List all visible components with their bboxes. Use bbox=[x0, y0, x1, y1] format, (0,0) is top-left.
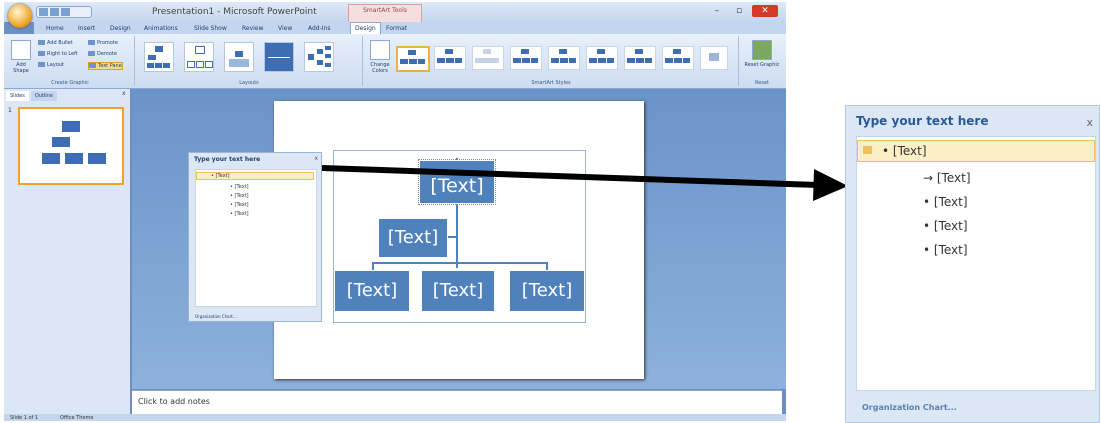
notes-pane[interactable]: Click to add notes bbox=[132, 390, 782, 415]
office-button-icon[interactable] bbox=[8, 4, 32, 28]
slide-counter: Slide 1 of 1 bbox=[10, 415, 39, 421]
minimize-button[interactable]: – bbox=[708, 5, 726, 17]
smartart-style-3[interactable] bbox=[472, 46, 504, 70]
text-pane-item[interactable]: • [Text] bbox=[230, 193, 249, 199]
zoom-text-item[interactable]: • [Text] bbox=[857, 140, 1095, 162]
smartart-styles-more[interactable] bbox=[700, 46, 728, 70]
close-button[interactable]: ✕ bbox=[752, 5, 778, 17]
smartart-style-2[interactable] bbox=[434, 46, 466, 70]
slides-pane: Slides Outline x 1 bbox=[4, 89, 130, 414]
tab-slides[interactable]: Slides bbox=[6, 91, 29, 101]
text-pane-button[interactable]: Text Pane bbox=[88, 62, 123, 70]
smartart-child-box[interactable]: [Text] bbox=[334, 270, 410, 312]
smartart-styles-group: Change Colors SmartArt Styles bbox=[364, 36, 739, 86]
reset-graphic-icon bbox=[752, 40, 772, 60]
smartart-tools-contextual-tab: SmartArt Tools bbox=[348, 4, 422, 22]
layout-horizontal-hierarchy[interactable] bbox=[304, 42, 334, 72]
create-graphic-group: Add Shape Add Bullet Right to Left Layou… bbox=[6, 36, 135, 86]
right-to-left-icon bbox=[38, 51, 45, 56]
zoom-text-pane-title: Type your text here bbox=[856, 114, 989, 128]
smartart-style-7[interactable] bbox=[624, 46, 656, 70]
text-pane-close-icon[interactable]: x bbox=[314, 155, 318, 162]
text-pane-item[interactable]: • [Text] bbox=[230, 184, 249, 190]
text-pane-footer-link[interactable]: Organization Chart... bbox=[195, 314, 237, 319]
title-bar: Presentation1 - Microsoft PowerPoint Sma… bbox=[4, 2, 786, 22]
add-shape-button[interactable]: Add Shape bbox=[8, 40, 34, 74]
promote-icon bbox=[88, 40, 95, 45]
change-colors-button[interactable]: Change Colors bbox=[368, 40, 392, 74]
tab-insert[interactable]: Insert bbox=[78, 23, 95, 34]
text-pane-body[interactable]: • [Text] • [Text] • [Text] • [Text] • [T… bbox=[195, 169, 317, 307]
window-title: Presentation1 - Microsoft PowerPoint bbox=[152, 7, 317, 17]
quick-access-toolbar[interactable] bbox=[36, 6, 92, 18]
smartart-style-8[interactable] bbox=[662, 46, 694, 70]
text-pane-item[interactable]: • [Text] bbox=[230, 211, 249, 217]
ribbon-tabs: Home Insert Design Animations Slide Show… bbox=[34, 22, 786, 34]
layout-hierarchy-outline[interactable] bbox=[184, 42, 214, 72]
text-pane-title: Type your text here bbox=[194, 156, 261, 163]
layouts-group: Layouts bbox=[136, 36, 363, 86]
expand-arrow-icon bbox=[863, 146, 872, 154]
smartart-style-4[interactable] bbox=[510, 46, 542, 70]
demote-button[interactable]: Demote bbox=[88, 51, 117, 57]
smartart-top-box[interactable]: [Text] bbox=[418, 159, 496, 205]
notes-placeholder: Click to add notes bbox=[138, 397, 210, 406]
smartart-child-box[interactable]: [Text] bbox=[509, 270, 585, 312]
slide-number: 1 bbox=[8, 107, 12, 114]
text-pane-item[interactable]: • [Text] bbox=[230, 202, 249, 208]
layout-labeled-hierarchy[interactable] bbox=[224, 42, 254, 72]
save-icon[interactable] bbox=[39, 8, 48, 16]
tab-home[interactable]: Home bbox=[46, 23, 64, 34]
theme-name: Office Theme bbox=[60, 415, 94, 421]
zoom-text-item[interactable]: • [Text] bbox=[923, 243, 968, 257]
tab-view[interactable]: View bbox=[278, 23, 292, 34]
smartart-style-1[interactable] bbox=[396, 46, 430, 72]
layout-table-hierarchy[interactable] bbox=[264, 42, 294, 72]
right-to-left-button[interactable]: Right to Left bbox=[38, 51, 78, 57]
tab-add-ins[interactable]: Add-Ins bbox=[308, 23, 330, 34]
smartart-assistant-box[interactable]: [Text] bbox=[378, 218, 448, 258]
connector-assistant bbox=[448, 236, 458, 238]
layout-icon bbox=[38, 62, 45, 67]
tab-slide-show[interactable]: Slide Show bbox=[194, 23, 227, 34]
add-shape-icon bbox=[11, 40, 31, 60]
change-colors-icon bbox=[370, 40, 390, 60]
slide-thumbnail-1[interactable] bbox=[18, 107, 124, 185]
zoom-text-item[interactable]: • [Text] bbox=[923, 195, 968, 209]
zoom-close-icon[interactable]: x bbox=[1086, 116, 1093, 129]
zoom-text-pane-body[interactable]: • [Text] → [Text] • [Text] • [Text] • [T… bbox=[856, 136, 1096, 391]
undo-icon[interactable] bbox=[50, 8, 59, 16]
tab-format[interactable]: Format bbox=[386, 23, 407, 34]
bullet-icon bbox=[38, 40, 45, 45]
connector-horizontal bbox=[372, 262, 548, 264]
zoom-footer-link[interactable]: Organization Chart... bbox=[862, 403, 957, 412]
reset-group: Reset Graphic Reset bbox=[740, 36, 784, 86]
layout-button[interactable]: Layout bbox=[38, 62, 64, 68]
slides-pane-close-icon[interactable]: x bbox=[122, 90, 126, 97]
redo-icon[interactable] bbox=[61, 8, 70, 16]
tab-design[interactable]: Design bbox=[110, 23, 131, 34]
layout-org-chart[interactable] bbox=[144, 42, 174, 72]
text-pane-zoom: Type your text here x • [Text] → [Text] … bbox=[845, 105, 1100, 423]
zoom-text-item[interactable]: → [Text] bbox=[923, 171, 971, 185]
demote-icon bbox=[88, 51, 95, 56]
smartart-child-box[interactable]: [Text] bbox=[421, 270, 495, 312]
maximize-button[interactable]: ▫ bbox=[730, 5, 748, 17]
tab-outline[interactable]: Outline bbox=[30, 91, 57, 101]
tab-smartart-design[interactable]: Design bbox=[350, 22, 381, 34]
zoom-text-item[interactable]: • [Text] bbox=[923, 219, 968, 233]
smartart-style-6[interactable] bbox=[586, 46, 618, 70]
text-pane-icon bbox=[89, 63, 96, 68]
status-bar: Slide 1 of 1 Office Theme bbox=[4, 414, 786, 421]
smartart-style-5[interactable] bbox=[548, 46, 580, 70]
add-bullet-button[interactable]: Add Bullet bbox=[38, 40, 73, 46]
smartart-text-pane[interactable]: Type your text here x • [Text] • [Text] … bbox=[188, 152, 322, 322]
reset-graphic-button[interactable]: Reset Graphic bbox=[744, 40, 780, 68]
ribbon: Add Shape Add Bullet Right to Left Layou… bbox=[4, 34, 786, 89]
tab-animations[interactable]: Animations bbox=[144, 23, 178, 34]
text-pane-item[interactable]: • [Text] bbox=[196, 172, 314, 180]
promote-button[interactable]: Promote bbox=[88, 40, 118, 46]
tab-review[interactable]: Review bbox=[242, 23, 263, 34]
